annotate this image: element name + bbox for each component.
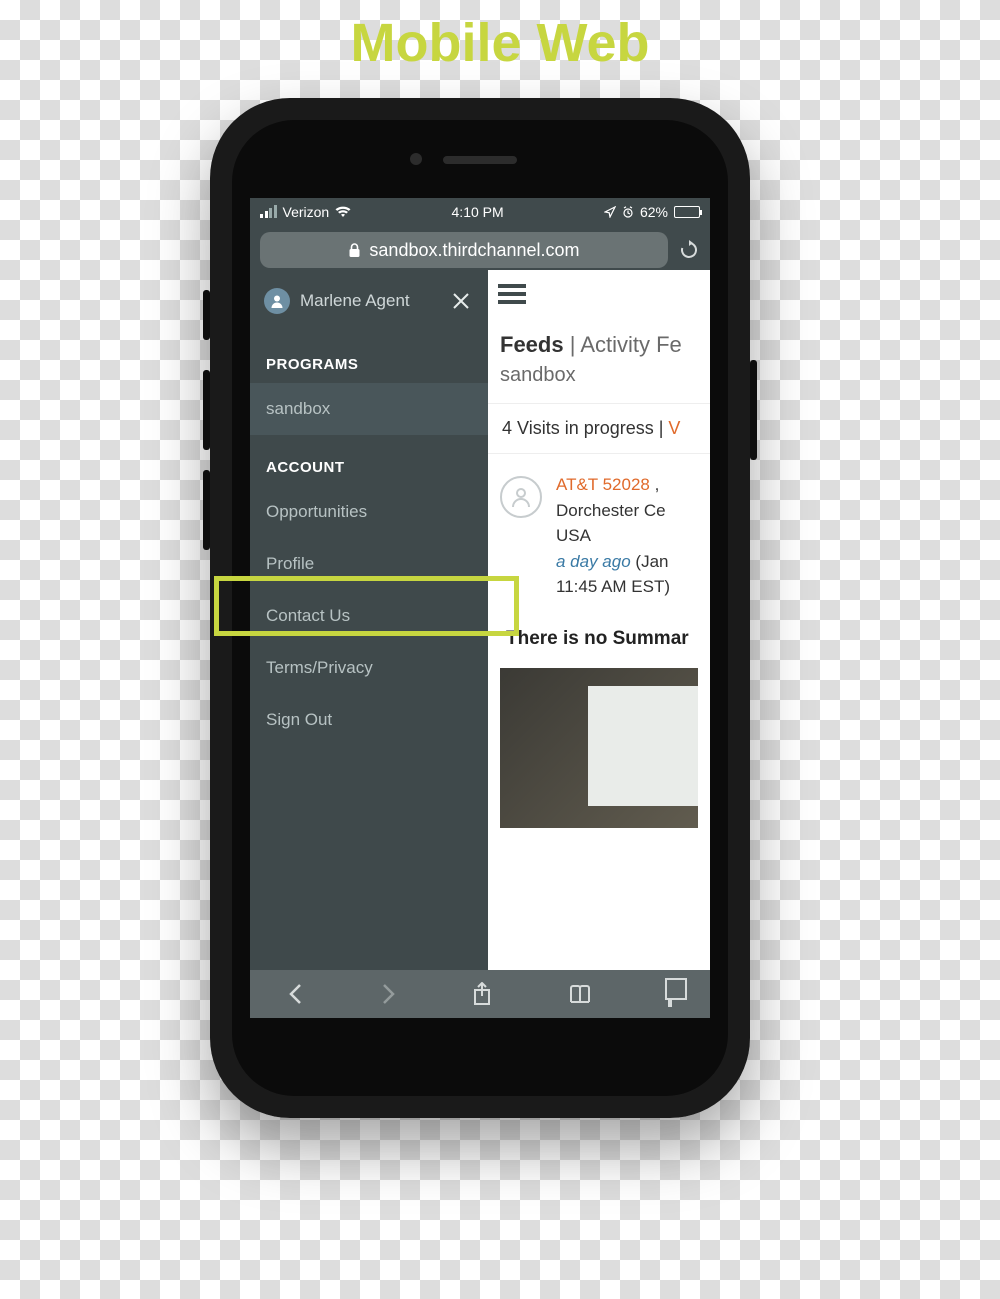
phone-speaker [443,156,517,164]
phone-frame: Verizon 4:10 PM 62% [210,98,750,1118]
drawer-user-name[interactable]: Marlene Agent [300,291,442,311]
feed-line-3: USA [556,523,670,549]
url-text: sandbox.thirdchannel.com [369,240,579,261]
phone-power-button [750,360,757,460]
feed-summary: There is no Summar [488,618,710,664]
main-content: Feeds | Activity Fe sandbox 4 Visits in … [488,270,710,970]
browser-toolbar [250,970,710,1018]
status-bar: Verizon 4:10 PM 62% [250,198,710,226]
sidebar-item-contact-us[interactable]: Contact Us [250,590,488,642]
avatar-icon [500,476,542,518]
sidebar-item-profile[interactable]: Profile [250,538,488,590]
nav-drawer: Marlene Agent PROGRAMS sandbox ACCOUNT O… [250,270,488,970]
sidebar-item-terms-privacy[interactable]: Terms/Privacy [250,642,488,694]
feed-timestamp-relative: a day ago [556,552,631,571]
forward-icon [380,983,396,1005]
signal-icon [260,206,277,218]
sidebar-item-sign-out[interactable]: Sign Out [250,694,488,746]
close-icon[interactable] [452,292,474,310]
bookmarks-icon[interactable] [568,984,592,1004]
lock-icon [348,243,361,258]
tabs-icon[interactable] [668,983,672,1006]
wifi-icon [335,206,351,218]
phone-volume-down [203,470,210,550]
battery-icon [674,206,700,218]
section-programs: PROGRAMS [250,332,488,383]
feed-line-2: Dorchester Ce [556,498,670,524]
battery-pct: 62% [640,204,668,220]
browser-address-bar: sandbox.thirdchannel.com [250,226,710,276]
feed-timestamp-time: 11:45 AM EST) [556,574,670,600]
hamburger-icon[interactable] [498,284,526,304]
visits-panel: 4 Visits in progress | V [488,403,710,453]
share-icon[interactable] [472,982,492,1006]
carrier-label: Verizon [283,204,330,220]
url-field[interactable]: sandbox.thirdchannel.com [260,232,668,268]
breadcrumb: Feeds | Activity Fe [488,318,710,364]
breadcrumb-sub: sandbox [488,364,710,403]
sidebar-item-sandbox[interactable]: sandbox [250,383,488,435]
phone-volume-up [203,370,210,450]
location-icon [604,206,616,218]
sidebar-item-opportunities[interactable]: Opportunities [250,486,488,538]
feed-store-link[interactable]: AT&T 52028 [556,475,650,494]
phone-screen: Verizon 4:10 PM 62% [250,198,710,1018]
breadcrumb-current[interactable]: Feeds [500,332,564,357]
status-time: 4:10 PM [452,204,504,220]
back-icon[interactable] [288,983,304,1005]
feed-item[interactable]: AT&T 52028 , Dorchester Ce USA a day ago… [488,453,710,618]
page-title: Mobile Web [0,12,1000,74]
visits-view-link[interactable]: V [668,418,680,438]
feed-photo[interactable] [500,668,698,828]
phone-mute-switch [203,290,210,340]
section-account: ACCOUNT [250,435,488,486]
user-avatar-icon [264,288,290,314]
breadcrumb-rest[interactable]: Activity Fe [580,332,681,357]
phone-camera [410,153,422,165]
reload-icon[interactable] [678,239,700,261]
alarm-icon [622,206,634,218]
